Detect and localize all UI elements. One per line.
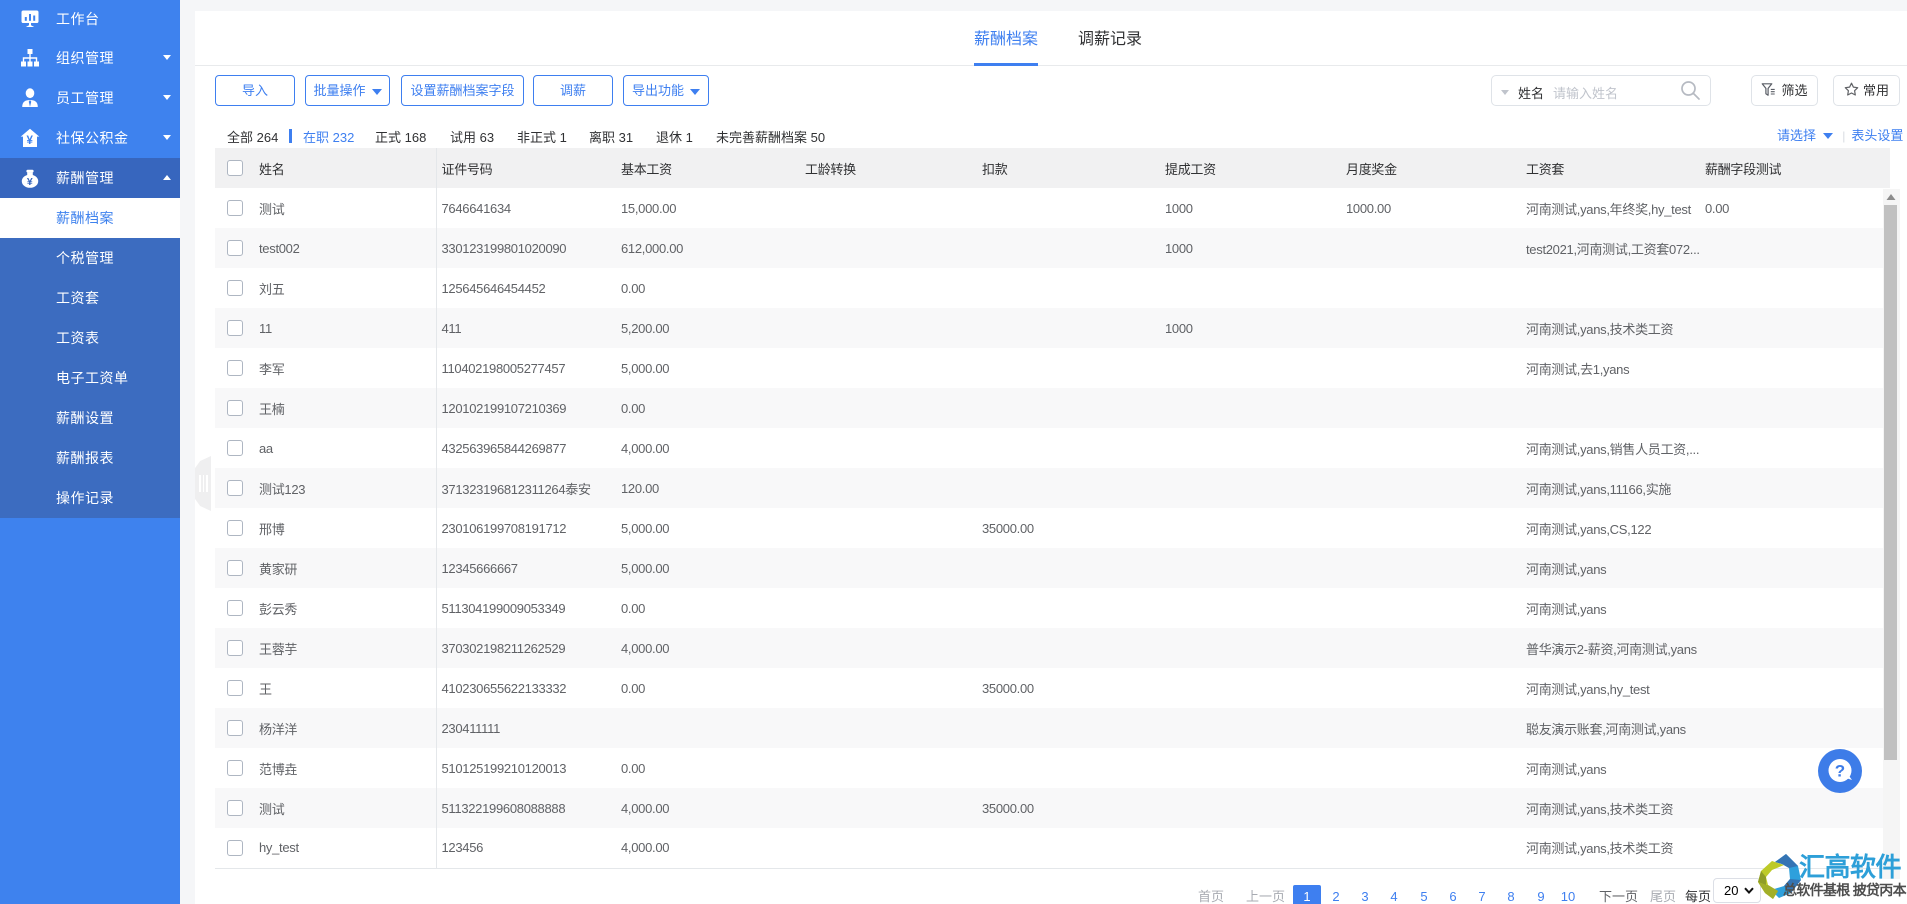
svg-text:¥: ¥ — [27, 176, 33, 188]
svg-text:¥: ¥ — [27, 135, 34, 147]
svg-text:?: ? — [1835, 762, 1845, 781]
